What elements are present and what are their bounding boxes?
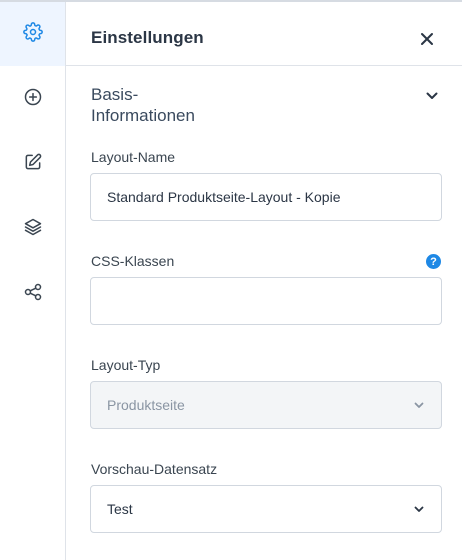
sidebar-item-add[interactable] <box>0 67 65 131</box>
sidebar-item-layers[interactable] <box>0 197 65 261</box>
chevron-down-icon <box>413 399 425 411</box>
chevron-down-icon <box>413 503 425 515</box>
layout-name-label: Layout-Name <box>91 149 176 165</box>
settings-panel: Einstellungen Basis- Informationen Layou… <box>66 2 462 560</box>
sidebar-item-share[interactable] <box>0 262 65 326</box>
layout-name-input[interactable]: Standard Produktseite-Layout - Kopie <box>90 173 442 221</box>
gear-icon <box>22 21 43 47</box>
sidebar-item-edit[interactable] <box>0 132 65 196</box>
section-title-line1: Basis- <box>91 85 139 104</box>
layout-name-value: Standard Produktseite-Layout - Kopie <box>107 189 341 205</box>
section-title[interactable]: Basis- Informationen <box>91 84 241 126</box>
css-classes-input[interactable] <box>90 277 442 325</box>
chevron-down-icon <box>426 87 438 105</box>
panel-title: Einstellungen <box>91 28 204 47</box>
plus-circle-icon <box>23 87 43 112</box>
layout-type-label: Layout-Typ <box>91 357 161 373</box>
close-icon <box>420 32 434 51</box>
css-classes-label: CSS-Klassen <box>91 253 175 269</box>
share-icon <box>23 282 43 307</box>
section-collapse-toggle[interactable] <box>422 86 442 106</box>
section-title-line2: Informationen <box>91 106 195 125</box>
sidebar <box>0 2 66 560</box>
preview-record-label: Vorschau-Datensatz <box>91 461 218 477</box>
layout-type-value: Produktseite <box>107 397 185 413</box>
close-button[interactable] <box>416 30 438 52</box>
preview-record-select[interactable]: Test <box>90 485 442 533</box>
layout-type-select: Produktseite <box>90 381 442 429</box>
help-icon[interactable]: ? <box>426 254 441 269</box>
sidebar-item-settings[interactable] <box>0 2 65 66</box>
layers-icon <box>23 217 43 242</box>
preview-record-value: Test <box>107 501 133 517</box>
edit-icon <box>23 152 43 177</box>
panel-header: Einstellungen <box>66 2 462 66</box>
